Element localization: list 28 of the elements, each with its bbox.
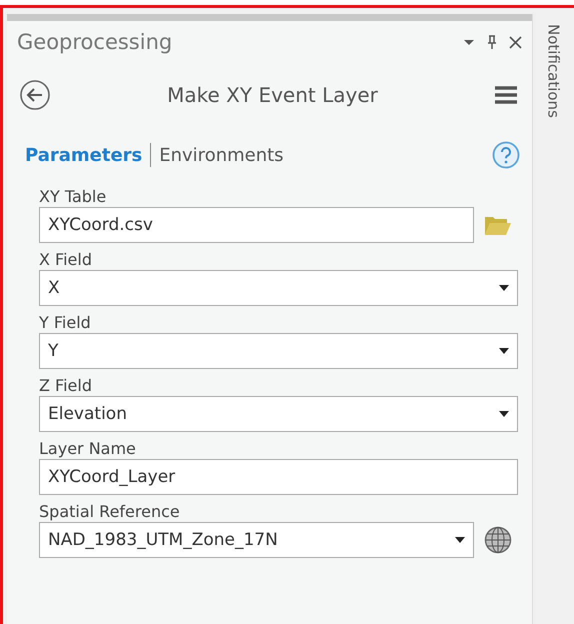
caret-icon (455, 537, 465, 543)
menu-icon[interactable] (494, 85, 518, 105)
notifications-tab[interactable]: Notifications (544, 24, 562, 134)
dropdown-field[interactable]: X (39, 270, 518, 306)
dropdown-field[interactable]: Y (39, 333, 518, 369)
parameter-label: Spatial Reference (39, 502, 181, 522)
dropdown-icon[interactable] (463, 38, 475, 46)
parameter-label: X Field (39, 250, 93, 270)
parameter-label: XY Table (39, 187, 108, 207)
help-icon[interactable] (492, 141, 520, 169)
dropdown-field[interactable]: Elevation (39, 396, 518, 432)
dropdown-field[interactable]: NAD_1983_UTM_Zone_17N (39, 522, 474, 558)
tab[interactable]: Parameters (25, 144, 142, 166)
caret-icon (499, 348, 509, 354)
tab[interactable]: Environments (159, 144, 284, 166)
parameter-label: Z Field (39, 376, 93, 396)
caret-icon (499, 285, 509, 291)
pane-title: Geoprocessing (17, 30, 172, 54)
tool-title: Make XY Event Layer (167, 83, 378, 107)
globe-icon[interactable] (484, 526, 512, 554)
input-field[interactable]: XYCoord.csv (39, 207, 474, 243)
caret-icon (499, 411, 509, 417)
parameter-label: Layer Name (39, 439, 137, 459)
close-icon[interactable] (509, 36, 522, 48)
input-field[interactable]: XYCoord_Layer (39, 459, 518, 495)
back-icon[interactable] (19, 79, 51, 111)
pin-icon[interactable] (487, 35, 497, 49)
parameter-label: Y Field (39, 313, 92, 333)
